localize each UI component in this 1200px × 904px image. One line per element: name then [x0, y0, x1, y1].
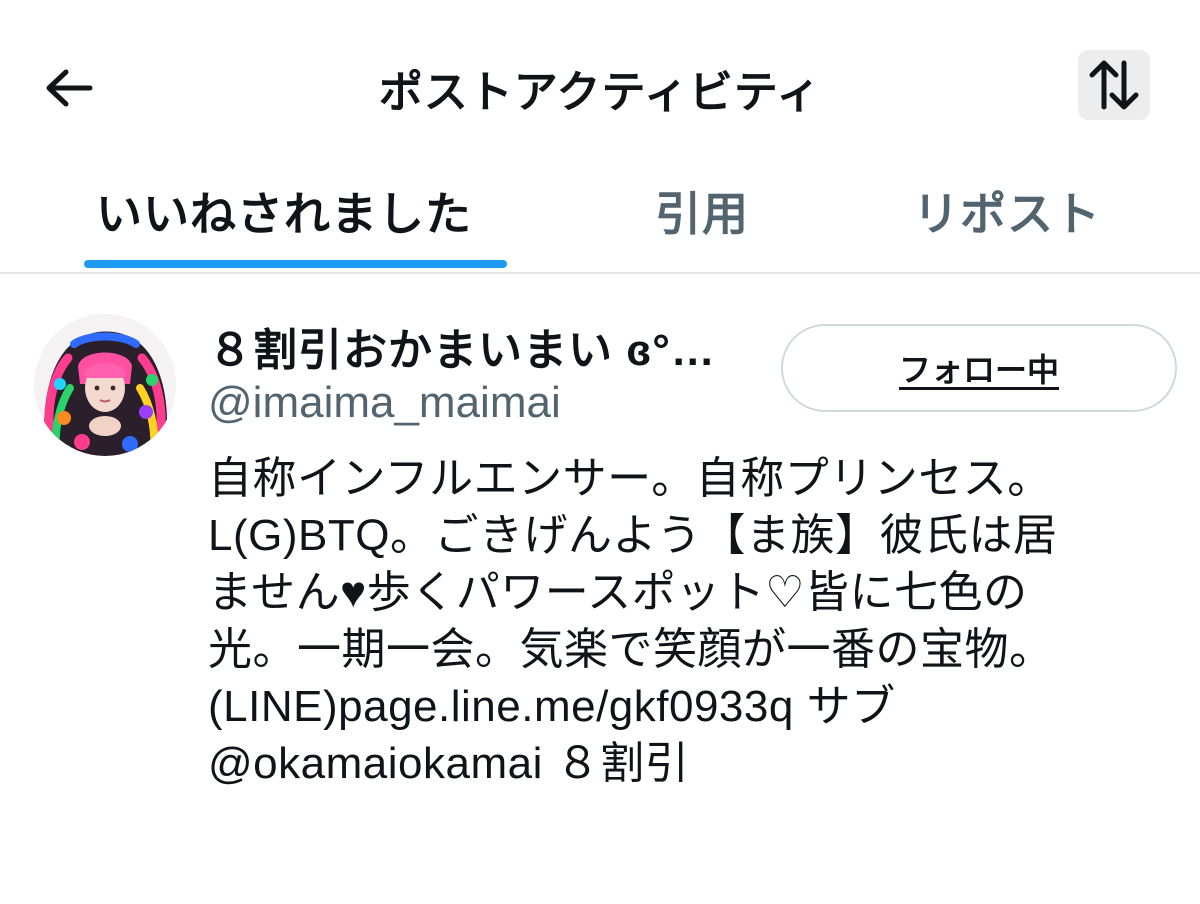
active-tab-indicator	[84, 260, 507, 268]
bio-line: (LINE)page.line.me/gkf0933q サブ	[208, 682, 896, 731]
tab-reposts[interactable]: リポスト	[913, 178, 1101, 244]
avatar-image	[34, 314, 176, 456]
avatar[interactable]	[34, 314, 176, 456]
sort-arrows-icon	[1089, 60, 1139, 110]
user-handle[interactable]: @imaima_maimai	[208, 378, 561, 428]
bio-line: ません♥歩くパワースポット♡皆に七色の	[208, 568, 1028, 617]
following-button-label: フォロー中	[898, 352, 1059, 388]
header: ポストアクティビティ	[0, 0, 1200, 170]
tab-quotes[interactable]: 引用	[655, 178, 749, 244]
sort-button[interactable]	[1078, 50, 1150, 120]
user-display-name[interactable]: ８割引おかまいまい ɞ°…	[208, 314, 716, 378]
user-bio: 自称インフルエンサー。自称プリンセス。 L(G)BTQ。ごきげんよう【ま族】彼氏…	[208, 450, 1178, 792]
following-button[interactable]: フォロー中	[781, 324, 1177, 412]
bio-line: L(G)BTQ。ごきげんよう【ま族】彼氏は居	[208, 511, 1058, 560]
bio-line: 光。一期一会。気楽で笑顔が一番の宝物。	[208, 625, 1054, 674]
activity-tabs: いいねされました 引用 リポスト	[0, 170, 1200, 274]
page-title: ポストアクティビティ	[378, 68, 822, 117]
tab-liked[interactable]: いいねされました	[96, 178, 472, 244]
bio-line: @okamaiokamai ８割引	[208, 739, 690, 788]
user-cell[interactable]: ８割引おかまいまい ɞ°… @imaima_maimai フォロー中 自称インフ…	[0, 274, 1200, 904]
bio-line: 自称インフルエンサー。自称プリンセス。	[208, 454, 1052, 503]
